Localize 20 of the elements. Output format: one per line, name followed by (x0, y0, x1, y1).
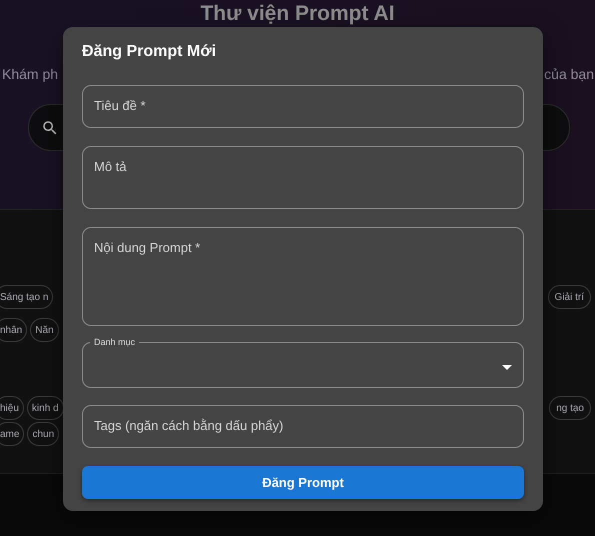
text-area[interactable]: Nội dung Prompt * (82, 227, 524, 326)
caret-icon (502, 365, 512, 370)
page-subtitle: của bạn (544, 65, 594, 84)
tag-chip[interactable]: hiệu (0, 396, 24, 420)
text-field[interactable]: Tiêu đề * (82, 85, 524, 128)
tag-chip[interactable]: ame (0, 422, 24, 446)
tag-chip[interactable]: Sáng tạo n (0, 285, 54, 309)
tag-chip[interactable]: ng tạo (549, 396, 591, 420)
tag-chip[interactable]: nhân (0, 318, 28, 342)
text-area[interactable]: Mô tả (82, 146, 524, 209)
tag-chip[interactable]: chun (27, 422, 60, 446)
tag-chip[interactable]: Năn (30, 318, 59, 342)
search-icon (41, 118, 59, 136)
text-field[interactable]: Tags (ngăn cách bằng dấu phẩy) (82, 405, 524, 448)
submit-button[interactable]: Đăng Prompt (82, 466, 524, 499)
page-subtitle: Khám ph (2, 65, 58, 84)
tag-chip[interactable]: Giải trí (548, 285, 591, 309)
page-title: Thư viện Prompt AI (199, 2, 396, 26)
dialog-title: Đăng Prompt Mới (82, 42, 218, 62)
category-select[interactable]: Danh mục (82, 336, 524, 388)
